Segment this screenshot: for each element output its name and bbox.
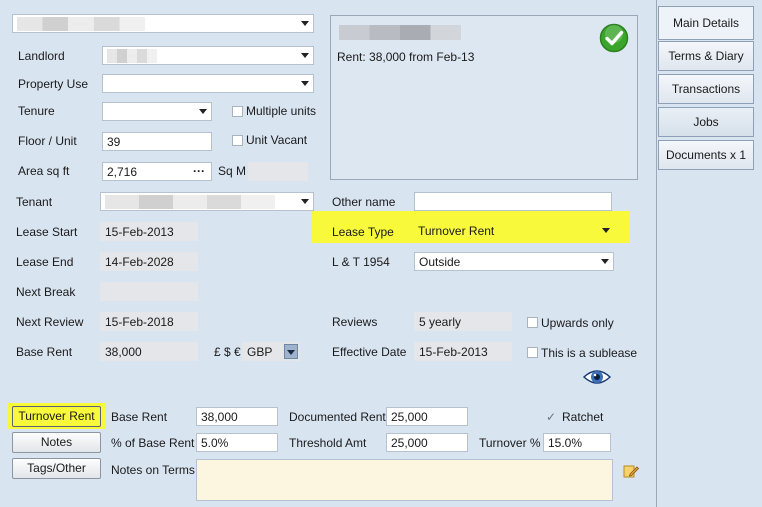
pct-base-rent-label: % of Base Rent — [111, 436, 195, 450]
chevron-down-icon — [301, 199, 309, 204]
chevron-down-icon — [601, 259, 609, 264]
redacted-text — [105, 195, 275, 209]
lt1954-dropdown[interactable]: Outside — [414, 252, 614, 271]
turnover-rent-button[interactable]: Turnover Rent — [12, 406, 101, 427]
lease-type-dropdown[interactable]: Turnover Rent — [414, 222, 614, 241]
effective-date-label: Effective Date — [332, 345, 407, 359]
currency-label: £ $ € — [214, 345, 241, 359]
other-name-input[interactable] — [414, 192, 612, 211]
lease-type-label: Lease Type — [332, 225, 394, 239]
sublease-checkbox[interactable] — [527, 347, 538, 358]
sqm-value — [248, 162, 308, 181]
lease-end-value: 14-Feb-2028 — [100, 252, 198, 271]
chevron-down-icon — [284, 344, 298, 359]
next-review-label: Next Review — [16, 315, 84, 329]
upwards-only-label: Upwards only — [541, 316, 614, 330]
effective-date-value: 15-Feb-2013 — [414, 342, 512, 361]
edit-note-icon[interactable] — [623, 463, 639, 479]
documented-rent-input[interactable]: 25,000 — [386, 407, 468, 426]
redacted-text — [17, 17, 145, 31]
property-use-dropdown[interactable] — [102, 74, 314, 93]
tab-strip-divider — [656, 0, 657, 507]
unit-vacant-label: Unit Vacant — [246, 133, 308, 147]
chevron-down-icon — [301, 53, 309, 58]
upwards-only-checkbox[interactable] — [527, 317, 538, 328]
tab-jobs[interactable]: Jobs — [658, 107, 754, 137]
base-rent-label: Base Rent — [16, 345, 73, 359]
ok-check-icon — [599, 23, 629, 53]
floor-unit-input[interactable]: 39 — [102, 132, 212, 151]
reviews-label: Reviews — [332, 315, 378, 329]
lease-start-label: Lease Start — [16, 225, 78, 239]
base-rent-value: 38,000 — [100, 342, 198, 361]
chevron-down-icon — [602, 228, 610, 233]
property-selector[interactable] — [12, 14, 314, 33]
landlord-dropdown[interactable] — [102, 46, 314, 65]
sqm-label: Sq M — [218, 164, 247, 178]
notes-on-terms-textarea[interactable] — [196, 459, 613, 501]
multiple-units-checkbox[interactable] — [232, 106, 243, 117]
documented-rent-label: Documented Rent — [289, 410, 386, 424]
summary-panel: Rent: 38,000 from Feb-13 — [330, 15, 638, 180]
currency-dropdown[interactable]: GBP — [242, 342, 300, 361]
tab-documents[interactable]: Documents x 1 — [658, 140, 754, 170]
threshold-amt-label: Threshold Amt — [289, 436, 367, 450]
ratchet-label: Ratchet — [562, 410, 604, 424]
tenant-label: Tenant — [16, 195, 53, 209]
turnover-pct-label: Turnover % — [479, 436, 541, 450]
turnover-base-rent-input[interactable]: 38,000 — [196, 407, 278, 426]
area-ellipsis-button[interactable]: ··· — [193, 163, 205, 179]
notes-button[interactable]: Notes — [12, 432, 101, 453]
redacted-text — [107, 49, 157, 63]
landlord-label: Landlord — [18, 49, 65, 63]
tenure-label: Tenure — [18, 104, 55, 118]
lt1954-label: L & T 1954 — [332, 255, 390, 269]
area-sqft-label: Area sq ft — [18, 164, 70, 178]
turnover-pct-input[interactable]: 15.0% — [543, 433, 611, 452]
chevron-down-icon — [301, 81, 309, 86]
pct-base-rent-input[interactable]: 5.0% — [196, 433, 278, 452]
next-break-value — [100, 282, 198, 301]
ratchet-check-icon[interactable]: ✓ — [546, 409, 556, 425]
sublease-label: This is a sublease — [541, 346, 638, 360]
currency-value: GBP — [247, 345, 273, 359]
property-use-label: Property Use — [18, 77, 89, 91]
area-sqft-value: 2,716 — [107, 165, 138, 179]
notes-on-terms-label: Notes on Terms — [111, 463, 195, 477]
turnover-base-rent-label: Base Rent — [111, 410, 168, 424]
tenant-dropdown[interactable] — [100, 192, 314, 211]
other-name-label: Other name — [332, 195, 396, 209]
chevron-down-icon — [301, 21, 309, 26]
unit-vacant-checkbox[interactable] — [232, 135, 243, 146]
lease-end-label: Lease End — [16, 255, 74, 269]
chevron-down-icon — [199, 109, 207, 114]
lease-type-value: Turnover Rent — [418, 224, 495, 238]
area-sqft-input[interactable]: 2,716 ··· — [102, 162, 212, 181]
tab-main-details[interactable]: Main Details — [658, 6, 754, 40]
redacted-text — [339, 25, 461, 40]
next-break-label: Next Break — [16, 285, 76, 299]
lease-start-value: 15-Feb-2013 — [100, 222, 198, 241]
next-review-value: 15-Feb-2018 — [100, 312, 198, 331]
tenure-dropdown[interactable] — [102, 102, 212, 121]
lt1954-value: Outside — [419, 255, 461, 269]
summary-rent-text: Rent: 38,000 from Feb-13 — [337, 50, 475, 64]
floor-unit-label: Floor / Unit — [18, 134, 77, 148]
multiple-units-label: Multiple units — [246, 104, 317, 118]
reviews-value: 5 yearly — [414, 312, 512, 331]
eye-icon[interactable] — [583, 366, 611, 388]
tab-terms-diary[interactable]: Terms & Diary — [658, 41, 754, 71]
threshold-amt-input[interactable]: 25,000 — [386, 433, 468, 452]
tags-other-button[interactable]: Tags/Other — [12, 458, 101, 479]
tab-transactions[interactable]: Transactions — [658, 74, 754, 104]
